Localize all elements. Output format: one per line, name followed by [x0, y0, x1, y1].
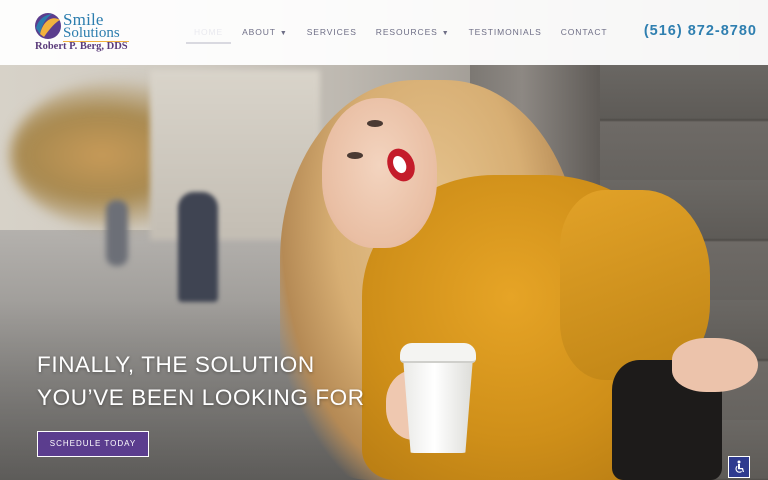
nav-about[interactable]: ABOUT ▼	[242, 22, 288, 42]
main-nav: HOME ABOUT ▼ SERVICES RESOURCES ▼ TESTIMON…	[186, 22, 626, 44]
logo-mark-icon	[35, 13, 61, 39]
nav-testimonials[interactable]: TESTIMONIALS	[469, 22, 542, 42]
pedestrian-figure	[106, 200, 128, 266]
eye	[347, 152, 363, 159]
nav-home-label: HOME	[194, 27, 224, 37]
schedule-today-button[interactable]: SCHEDULE TODAY	[37, 431, 149, 457]
site-header: Smile Solutions Robert P. Berg, DDS HOME…	[0, 0, 768, 65]
nav-home[interactable]: HOME	[186, 22, 232, 44]
nav-about-label: ABOUT	[242, 27, 276, 37]
active-underline	[186, 42, 232, 44]
hero-headline-line1: FINALLY, THE SOLUTION	[37, 352, 315, 377]
coffee-cup-lid	[400, 343, 476, 363]
nav-services-label: SERVICES	[306, 27, 357, 37]
logo-text-solutions: Solutions	[63, 25, 120, 41]
nav-contact-label: CONTACT	[560, 27, 608, 37]
caret-down-icon: ▼	[441, 30, 450, 37]
nav-resources-label: RESOURCES	[375, 27, 438, 37]
site-logo[interactable]: Smile Solutions Robert P. Berg, DDS	[34, 10, 144, 55]
eye	[367, 120, 383, 127]
pedestrian-figure	[178, 192, 218, 302]
nav-resources[interactable]: RESOURCES ▼	[376, 22, 450, 42]
accessibility-icon	[735, 460, 744, 473]
phone-number-link[interactable]: (516) 872-8780	[644, 23, 757, 39]
hero-headline-line2: YOU’VE BEEN LOOKING FOR	[37, 385, 365, 410]
nav-contact[interactable]: CONTACT	[561, 22, 608, 42]
nav-testimonials-label: TESTIMONIALS	[468, 27, 542, 37]
logo-doctor-name: Robert P. Berg, DDS	[35, 41, 128, 52]
hero-headline: FINALLY, THE SOLUTION YOU’VE BEEN LOOKIN…	[37, 348, 365, 414]
accessibility-button[interactable]	[728, 456, 750, 478]
nav-services[interactable]: SERVICES	[307, 22, 357, 42]
hand	[672, 338, 758, 392]
caret-down-icon: ▼	[279, 30, 288, 37]
